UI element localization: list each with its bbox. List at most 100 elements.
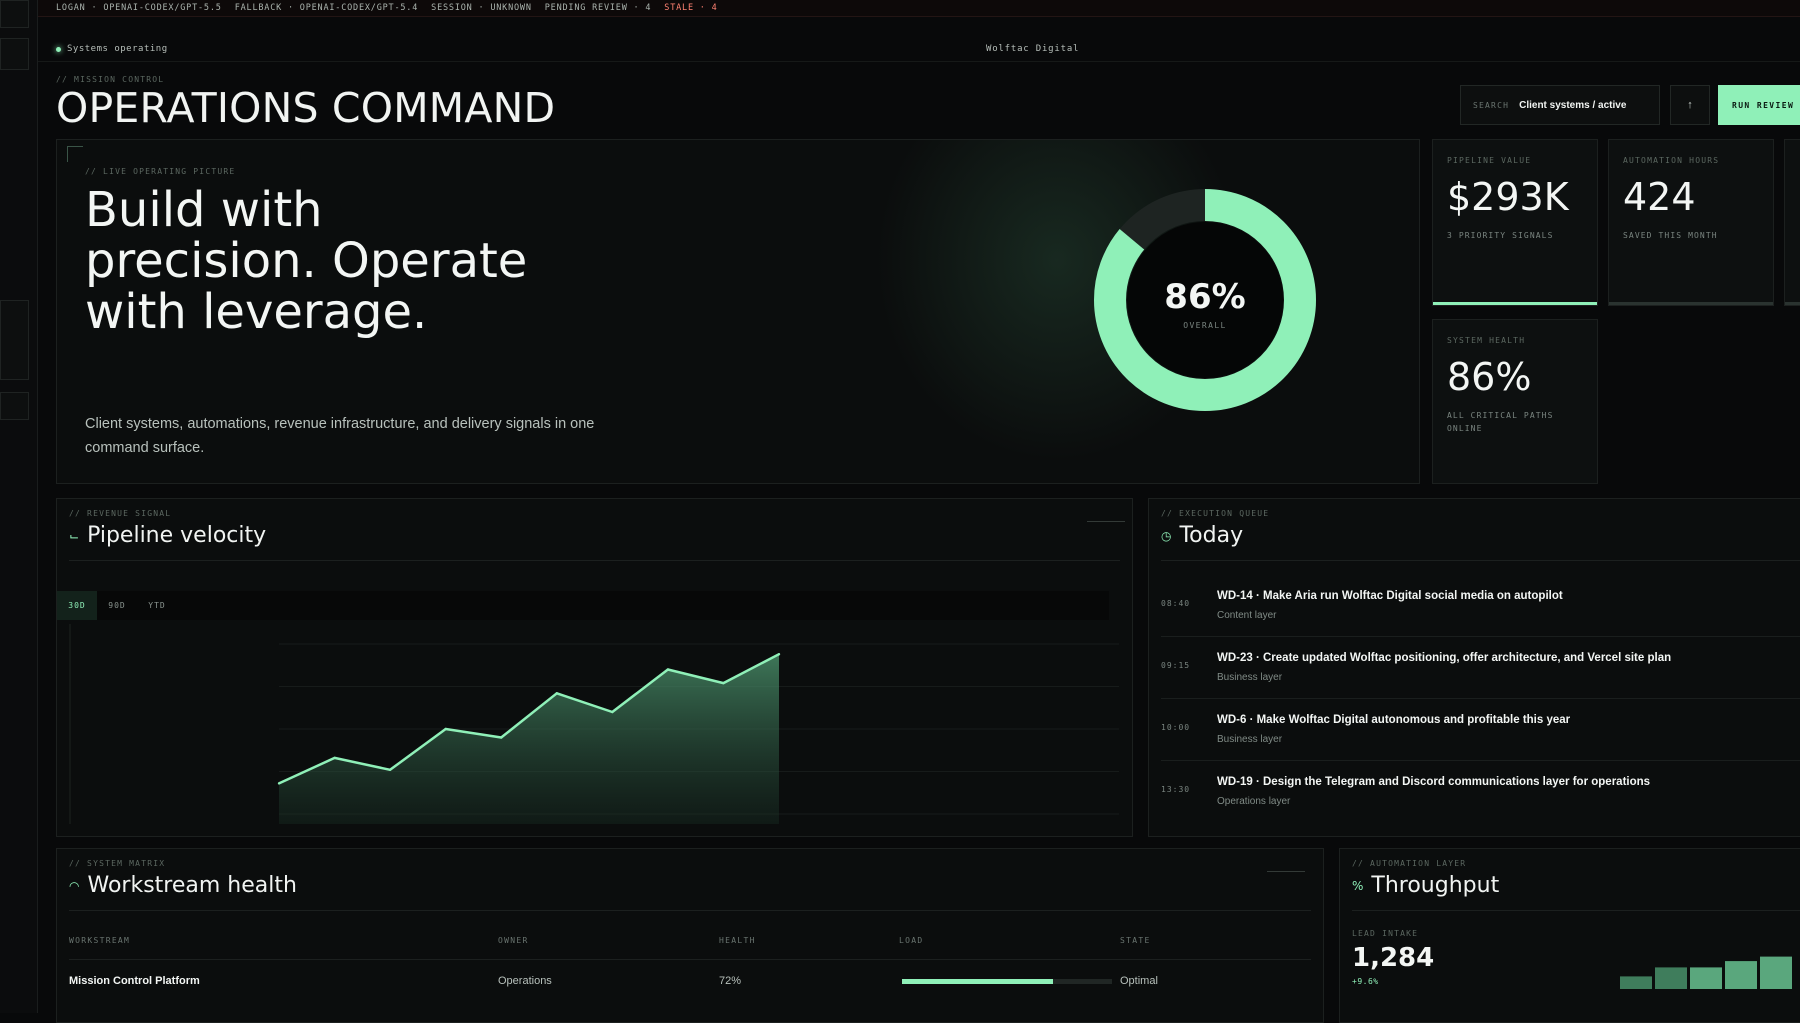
pipeline-velocity-panel: // REVENUE SIGNAL ⌙ Pipeline velocity 30… <box>56 498 1133 837</box>
sort-button[interactable]: ↑ <box>1670 85 1710 125</box>
sort-arrow-icon: ↑ <box>1687 99 1693 111</box>
pipeline-value-card[interactable]: PIPELINE VALUE $293K 3 PRIORITY SIGNALS <box>1432 139 1598 306</box>
chart-data-point <box>444 727 447 731</box>
throughput-bar <box>1620 976 1652 989</box>
queue-item[interactable]: 10:00 WD-6 · Make Wolftac Digital autono… <box>1161 699 1800 761</box>
session-status-bar: LOGAN · OPENAI-CODEX/GPT-5.5 FALLBACK · … <box>38 0 1800 17</box>
hero-headline: Build with precision. Operate with lever… <box>85 182 528 340</box>
table-header-divider <box>69 959 1311 960</box>
page-eyebrow: // MISSION CONTROL <box>56 75 165 84</box>
status-item: FALLBACK · OPENAI-CODEX/GPT-5.4 <box>234 3 419 13</box>
stat-note: SAVED THIS MONTH <box>1623 231 1718 240</box>
chart-data-point <box>611 710 614 714</box>
chart-data-point <box>333 756 336 760</box>
queue-item[interactable]: 08:40 WD-14 · Make Aria run Wolftac Digi… <box>1161 575 1800 637</box>
queue-layer: Content layer <box>1217 610 1277 621</box>
stat-accent-bar <box>1785 302 1800 305</box>
column-header[interactable]: OWNER <box>498 936 529 945</box>
status-item: PENDING REVIEW · 4 <box>544 3 652 13</box>
page-title: OPERATIONS COMMAND <box>56 84 556 132</box>
header-divider <box>1087 521 1125 522</box>
pipeline-area-chart <box>69 624 1119 824</box>
chart-data-point <box>777 653 781 656</box>
column-header[interactable]: STATE <box>1120 936 1151 945</box>
stat-value: $293K <box>1447 175 1569 219</box>
rail-nav-item[interactable] <box>0 38 29 70</box>
metric-label: LEAD INTAKE <box>1352 929 1419 938</box>
throughput-bar <box>1690 967 1722 989</box>
link-icon: % <box>1352 878 1364 893</box>
search-value: Client systems / active <box>1519 99 1627 111</box>
queue-layer: Operations layer <box>1217 796 1291 807</box>
queue-time: 13:30 <box>1161 785 1191 794</box>
section-eyebrow: // REVENUE SIGNAL <box>69 509 172 518</box>
chart-data-point <box>277 782 281 785</box>
section-title-text: Throughput <box>1371 873 1500 898</box>
run-review-button[interactable]: RUN REVIEW <box>1718 85 1800 125</box>
trend-chart-icon: ⌙ <box>69 528 80 543</box>
section-title-text: Today <box>1179 523 1244 548</box>
section-eyebrow: // EXECUTION QUEUE <box>1161 509 1270 518</box>
section-title: % Throughput <box>1352 873 1499 898</box>
throughput-bar-chart <box>1620 956 1792 989</box>
queue-layer: Business layer <box>1217 672 1283 683</box>
queue-time: 08:40 <box>1161 599 1191 608</box>
status-dot-icon <box>56 46 61 52</box>
range-tab-ytd[interactable]: YTD <box>137 591 177 620</box>
corner-bracket-icon <box>67 146 83 162</box>
section-divider <box>1352 910 1800 911</box>
queue-item[interactable]: 09:15 WD-23 · Create updated Wolftac pos… <box>1161 637 1800 699</box>
gauge-icon: ◠ <box>69 878 80 893</box>
automation-hours-card[interactable]: AUTOMATION HOURS 424 SAVED THIS MONTH <box>1608 139 1774 306</box>
stat-note: 3 PRIORITY SIGNALS <box>1447 231 1554 240</box>
header-divider <box>1267 871 1305 872</box>
hero-eyebrow: // LIVE OPERATING PICTURE <box>85 167 236 176</box>
workstream-name: Mission Control Platform <box>69 975 200 987</box>
status-item: SESSION · UNKNOWN <box>431 3 532 13</box>
stat-card-partial[interactable] <box>1784 139 1800 306</box>
load-bar-fill <box>902 979 1054 984</box>
stat-value: 86% <box>1447 355 1532 399</box>
queue-title: WD-6 · Make Wolftac Digital autonomous a… <box>1217 714 1571 726</box>
throughput-bar <box>1655 967 1687 989</box>
workstream-load-bar <box>902 979 1112 984</box>
chart-data-point <box>500 736 503 739</box>
systems-status-label: Systems operating <box>67 44 168 54</box>
column-header[interactable]: HEALTH <box>719 936 756 945</box>
section-title: ◷ Today <box>1161 523 1243 548</box>
section-eyebrow: // AUTOMATION LAYER <box>1352 859 1467 868</box>
throughput-bar <box>1725 961 1757 989</box>
stat-accent-bar <box>1433 302 1597 305</box>
queue-item[interactable]: 13:30 WD-19 · Design the Telegram and Di… <box>1161 761 1800 823</box>
section-title: ◠ Workstream health <box>69 873 297 898</box>
metric-value: 1,284 <box>1352 943 1435 973</box>
search-label: SEARCH <box>1473 100 1510 110</box>
overall-donut-chart: 86% OVERALL <box>1094 189 1316 411</box>
chart-data-point <box>388 768 392 771</box>
range-selector: 30D 90D YTD <box>57 591 1109 620</box>
donut-value: 86% <box>1164 277 1245 317</box>
metric-delta: +9.6% <box>1352 977 1379 986</box>
queue-title: WD-23 · Create updated Wolftac positioni… <box>1217 652 1672 664</box>
system-health-card[interactable]: SYSTEM HEALTH 86% ALL CRITICAL PATHS ONL… <box>1432 319 1598 484</box>
stat-eyebrow: SYSTEM HEALTH <box>1447 336 1526 345</box>
range-tab-90d[interactable]: 90D <box>97 591 137 620</box>
clock-icon: ◷ <box>1161 528 1172 543</box>
side-rail <box>0 0 38 1013</box>
hero-subtitle: Client systems, automations, revenue inf… <box>85 416 595 456</box>
section-divider <box>1161 560 1800 561</box>
systems-status: Systems operating <box>56 44 168 54</box>
rail-nav-item[interactable] <box>0 392 29 420</box>
chart-data-point <box>666 668 670 671</box>
range-tab-30d[interactable]: 30D <box>57 591 97 620</box>
column-header[interactable]: LOAD <box>899 936 923 945</box>
rail-nav-item[interactable] <box>0 0 29 28</box>
search-input[interactable]: SEARCH Client systems / active <box>1460 85 1660 125</box>
donut-label: OVERALL <box>1183 321 1227 330</box>
workstream-state: Optimal <box>1120 975 1158 987</box>
rail-nav-item[interactable] <box>0 300 29 380</box>
throughput-bar <box>1760 956 1792 989</box>
column-header[interactable]: WORKSTREAM <box>69 936 130 945</box>
chart-data-point <box>722 681 725 685</box>
chart-data-point <box>555 692 558 695</box>
